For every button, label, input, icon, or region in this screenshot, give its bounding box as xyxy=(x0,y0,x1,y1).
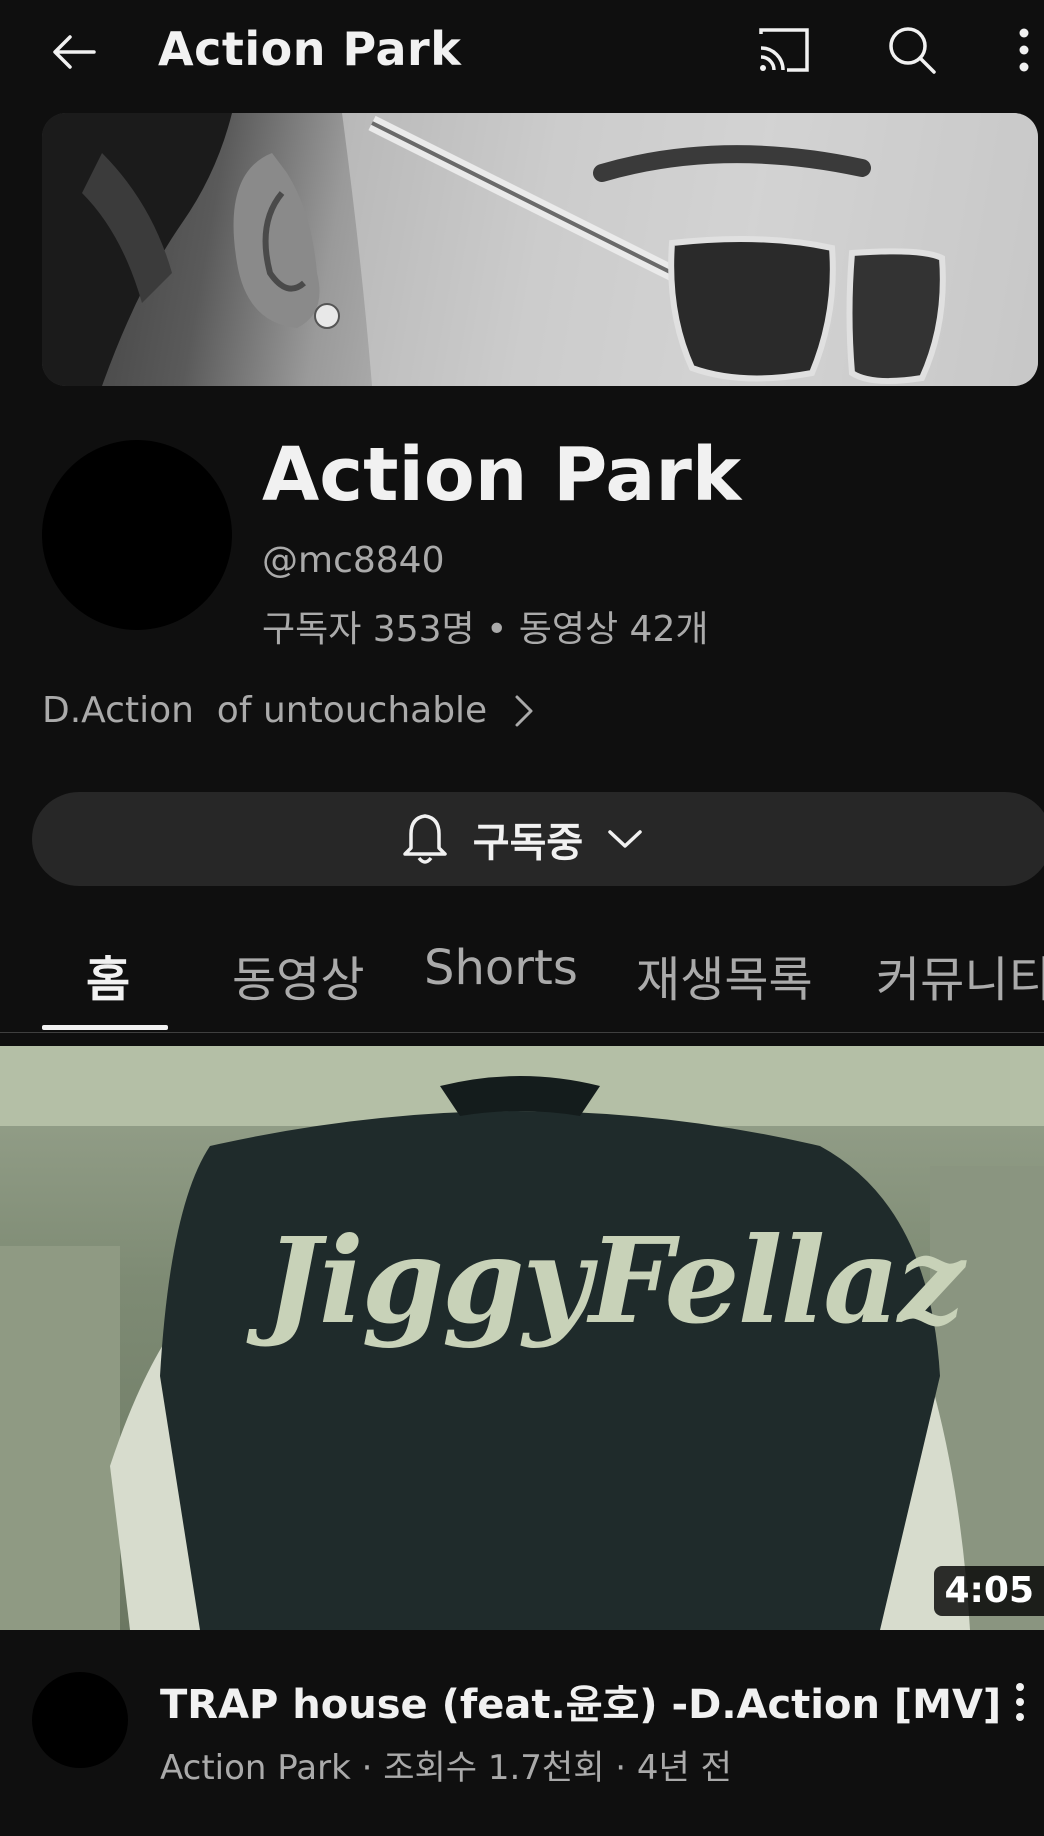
video-duration: 4:05 xyxy=(934,1566,1044,1616)
top-app-bar: Action Park xyxy=(0,0,1044,102)
channel-description-text: D.Action of untouchable xyxy=(42,690,488,731)
chevron-down-icon xyxy=(608,830,642,848)
arrow-left-icon xyxy=(53,35,96,69)
search-icon xyxy=(889,27,936,74)
channel-banner xyxy=(42,113,1038,386)
banner-image xyxy=(42,113,1038,386)
thumbnail-text: JiggyFellaz xyxy=(265,1211,965,1350)
more-vertical-icon xyxy=(1019,28,1029,72)
more-vertical-icon xyxy=(1016,1683,1024,1721)
channel-handle: @mc8840 xyxy=(262,540,445,581)
chevron-right-icon xyxy=(515,695,533,726)
active-tab-indicator xyxy=(42,1025,168,1030)
cast-button[interactable] xyxy=(748,14,820,86)
tab-community[interactable]: 커뮤니티 xyxy=(876,940,1044,1010)
channel-avatar[interactable] xyxy=(42,440,232,630)
cast-icon xyxy=(759,28,809,72)
search-button[interactable] xyxy=(876,14,948,86)
video-title[interactable]: TRAP house (feat.윤호) -D.Action [MV] xyxy=(160,1672,1001,1730)
back-button[interactable] xyxy=(38,16,110,88)
bell-icon xyxy=(403,814,447,864)
tab-home[interactable]: 홈 xyxy=(86,940,130,1010)
channel-name: Action Park xyxy=(262,432,742,518)
video-channel-avatar[interactable] xyxy=(32,1672,128,1768)
video-thumbnail[interactable]: JiggyFellaz 4:05 xyxy=(0,1046,1044,1630)
tab-playlists[interactable]: 재생목록 xyxy=(636,940,813,1010)
app-title: Action Park xyxy=(158,22,462,76)
channel-description[interactable]: D.Action of untouchable xyxy=(42,690,535,731)
channel-page: Action Park Action Park @mc8840 구독자 353명… xyxy=(0,0,1044,1836)
tab-videos[interactable]: 동영상 xyxy=(232,940,364,1010)
video-more-button[interactable] xyxy=(1000,1672,1040,1732)
channel-tabs: 홈 동영상 Shorts 재생목록 커뮤니티 xyxy=(0,920,1044,1033)
video-meta: Action Park · 조회수 1.7천회 · 4년 전 xyxy=(160,1748,732,1788)
channel-stats: 구독자 353명 • 동영상 42개 xyxy=(262,609,709,650)
subscribed-label: 구독중 xyxy=(472,820,584,866)
subscribed-button[interactable]: 구독중 xyxy=(32,792,1044,886)
tab-shorts[interactable]: Shorts xyxy=(424,940,578,996)
more-options-button[interactable] xyxy=(1004,14,1044,86)
